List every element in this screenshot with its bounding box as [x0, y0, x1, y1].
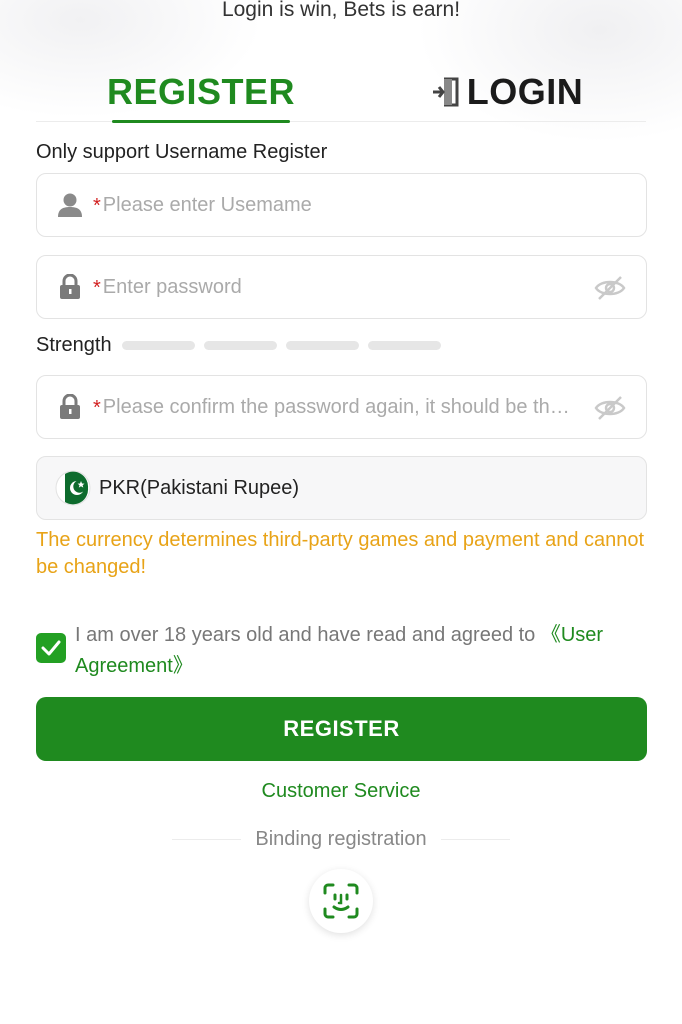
- divider-line: [440, 839, 510, 840]
- strength-bar-2: [203, 341, 277, 350]
- slogan: Login is win, Bets is earn!: [221, 0, 461, 21]
- username-register-hint: Only support Username Register: [36, 141, 328, 163]
- face-id-button[interactable]: [309, 869, 373, 933]
- strength-label: Strength: [36, 334, 112, 356]
- agreement-text: I am over 18 years old and have read and…: [75, 620, 646, 682]
- user-icon: [57, 192, 83, 218]
- tab-login-label: LOGIN: [466, 71, 584, 112]
- required-mark: *: [93, 194, 101, 217]
- required-mark: *: [93, 396, 101, 419]
- binding-registration-label: Binding registration: [255, 828, 427, 850]
- agreement-row: I am over 18 years old and have read and…: [36, 620, 646, 682]
- check-icon: [41, 640, 61, 656]
- required-mark: *: [93, 276, 101, 299]
- username-placeholder: Please enter Usemame: [102, 193, 312, 216]
- confirm-password-field[interactable]: * Please confirm the password again, it …: [36, 375, 647, 439]
- tab-register-label: REGISTER: [106, 71, 296, 112]
- agreement-checkbox[interactable]: [36, 633, 66, 663]
- currency-warning: The currency determines third-party game…: [36, 529, 645, 578]
- tab-login[interactable]: LOGIN: [431, 62, 584, 122]
- username-field[interactable]: * Please enter Usemame: [36, 173, 647, 237]
- lock-icon: [57, 274, 83, 300]
- password-field[interactable]: * Enter password: [36, 255, 647, 319]
- pkr-flag-icon: [55, 470, 91, 506]
- password-placeholder: Enter password: [102, 275, 242, 298]
- auth-tabs: REGISTER LOGIN: [36, 62, 646, 123]
- face-scan-icon: [321, 881, 361, 921]
- strength-bar-1: [121, 341, 195, 350]
- eye-off-icon[interactable]: [594, 394, 626, 422]
- customer-service-label: Customer Service: [261, 780, 421, 802]
- binding-registration-divider: Binding registration: [172, 828, 510, 851]
- login-door-icon: [431, 76, 461, 108]
- register-button[interactable]: REGISTER: [36, 697, 647, 761]
- currency-select[interactable]: PKR(Pakistani Rupee): [36, 456, 647, 520]
- currency-value: PKR(Pakistani Rupee): [99, 476, 300, 499]
- eye-off-icon[interactable]: [594, 274, 626, 302]
- divider-line: [172, 839, 242, 840]
- strength-bar-4: [367, 341, 441, 350]
- confirm-placeholder: Please confirm the password again, it sh…: [102, 395, 578, 418]
- tab-register[interactable]: REGISTER: [107, 62, 295, 123]
- password-strength: Strength: [36, 334, 450, 357]
- customer-service-link[interactable]: Customer Service: [0, 780, 682, 803]
- strength-bar-3: [285, 341, 359, 350]
- agreement-statement: I am over 18 years old and have read and…: [75, 624, 541, 646]
- lock-icon: [57, 394, 83, 420]
